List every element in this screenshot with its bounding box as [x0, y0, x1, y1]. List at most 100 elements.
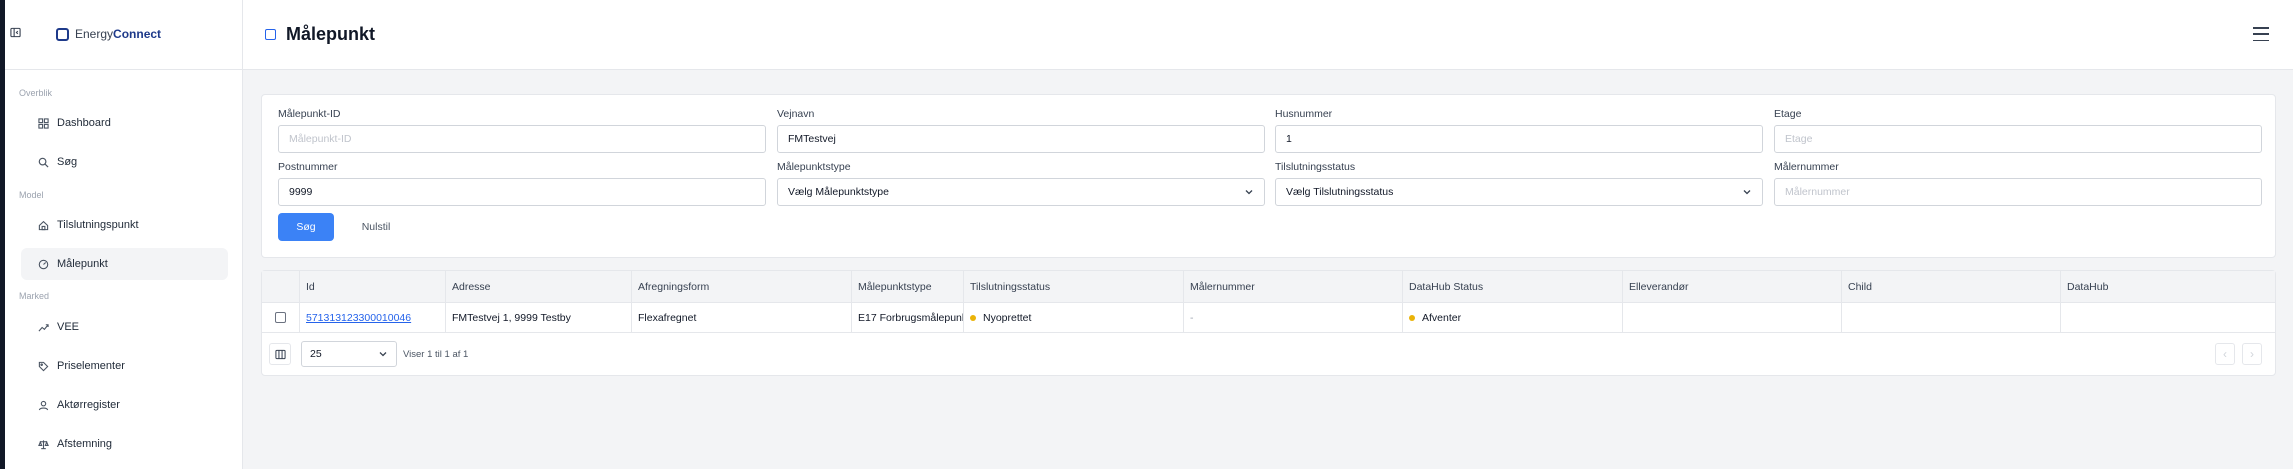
cell-datahub-status: Afventer	[1402, 303, 1622, 332]
tags-icon	[37, 360, 49, 372]
page-title: Målepunkt	[265, 24, 375, 45]
postnummer-input[interactable]	[278, 178, 766, 206]
column-header-malernummer[interactable]: Målernummer	[1183, 271, 1402, 302]
column-header-child[interactable]: Child	[1841, 271, 2060, 302]
top-header: Målepunkt	[243, 0, 2293, 70]
sidebar-item-aktorregister[interactable]: Aktørregister	[21, 389, 228, 421]
column-header-elleverandor[interactable]: Elleverandør	[1622, 271, 1841, 302]
sidebar-item-label: Priselementer	[57, 360, 125, 372]
filter-card: Målepunkt-ID Vejnavn Husnummer Etage Pos…	[261, 94, 2276, 258]
column-header-tilslutningsstatus[interactable]: Tilslutningsstatus	[963, 271, 1183, 302]
husnummer-label: Husnummer	[1275, 108, 1333, 120]
tilslutningsstatus-label: Tilslutningsstatus	[1275, 161, 1356, 173]
pagination-info: Viser 1 til 1 af 1	[403, 349, 469, 360]
malepunktstype-field: Målepunktstype Vælg Målepunktstype	[777, 161, 1265, 206]
brand-prefix: Energy	[75, 27, 114, 41]
chevron-down-icon	[1245, 190, 1253, 195]
status-dot-icon	[1409, 314, 1415, 321]
malepunktstype-value: Vælg Målepunktstype	[788, 186, 889, 198]
table-footer: 25 Viser 1 til 1 af 1 ‹ ›	[262, 333, 2275, 375]
brand-logo-icon	[56, 27, 69, 41]
etage-field: Etage	[1774, 108, 2262, 153]
cell-child	[1841, 303, 2060, 332]
page-size-value: 25	[310, 348, 322, 360]
postnummer-field: Postnummer	[278, 161, 766, 206]
cell-malernummer: -	[1183, 303, 1402, 332]
sidebar-item-vee[interactable]: VEE	[21, 311, 228, 343]
prev-page-button[interactable]: ‹	[2215, 343, 2235, 365]
vejnavn-input[interactable]	[777, 125, 1265, 153]
sidebar-item-label: Aktørregister	[57, 399, 120, 411]
column-header-datahub[interactable]: DataHub	[2060, 271, 2275, 302]
hamburger-menu-icon[interactable]	[2253, 27, 2269, 41]
chevron-down-icon	[379, 352, 387, 357]
results-table: Id Adresse Afregningsform Målepunktstype…	[261, 270, 2276, 376]
trend-icon	[37, 321, 49, 333]
malepunkt-id-link[interactable]: 571313123300010046	[306, 312, 411, 324]
vejnavn-field: Vejnavn	[777, 108, 1265, 153]
sidebar-item-label: Dashboard	[57, 117, 111, 129]
user-icon	[37, 399, 49, 411]
sidebar-item-malepunkt[interactable]: Målepunkt	[21, 248, 228, 280]
husnummer-field: Husnummer	[1275, 108, 1763, 153]
search-icon	[37, 156, 49, 168]
column-header-afregningsform[interactable]: Afregningsform	[631, 271, 851, 302]
brand-suffix: Connect	[113, 27, 162, 41]
cell-adresse: FMTestvej 1, 9999 Testby	[445, 303, 631, 332]
sidebar-item-label: Søg	[57, 156, 78, 168]
postnummer-label: Postnummer	[278, 161, 338, 173]
etage-input[interactable]	[1774, 125, 2262, 153]
columns-icon[interactable]	[269, 343, 291, 365]
tilslutningsstatus-text: Nyoprettet	[983, 311, 1032, 324]
sidebar: EnergyConnect Overblik Dashboard Søg Mod…	[5, 0, 243, 469]
cell-afregningsform: Flexafregnet	[631, 303, 851, 332]
malernummer-field: Målernummer	[1774, 161, 2262, 206]
sidebar-item-label: Tilslutningspunkt	[57, 219, 139, 231]
malepunkt-id-label: Målepunkt-ID	[278, 108, 341, 120]
brand-logo[interactable]: EnergyConnect	[56, 27, 161, 41]
table-header: Id Adresse Afregningsform Målepunktstype…	[262, 271, 2275, 303]
section-label-model: Model	[19, 190, 44, 200]
status-dot-icon	[970, 314, 976, 321]
grid-icon	[37, 117, 49, 129]
sidebar-item-afstemning[interactable]: Afstemning	[21, 428, 228, 460]
cell-malepunktstype: E17 Forbrugsmålepunkt	[851, 303, 963, 332]
datahub-status-text: Afventer	[1422, 311, 1462, 324]
tilslutningsstatus-field: Tilslutningsstatus Vælg Tilslutningsstat…	[1275, 161, 1763, 206]
sidebar-item-label: Målepunkt	[57, 258, 108, 270]
column-header-datahub-status[interactable]: DataHub Status	[1402, 271, 1622, 302]
sidebar-item-sog[interactable]: Søg	[21, 146, 228, 178]
husnummer-input[interactable]	[1275, 125, 1763, 153]
sidebar-toggle-icon[interactable]	[9, 26, 21, 38]
search-button[interactable]: Søg	[278, 213, 334, 241]
cell-datahub	[2060, 303, 2275, 332]
cell-id: 571313123300010046	[299, 303, 445, 332]
sidebar-item-dashboard[interactable]: Dashboard	[21, 107, 228, 139]
column-header-id[interactable]: Id	[299, 271, 445, 302]
malepunktstype-select[interactable]: Vælg Målepunktstype	[777, 178, 1265, 206]
cell-tilslutningsstatus: Nyoprettet	[963, 303, 1183, 332]
reset-button[interactable]: Nulstil	[346, 213, 406, 241]
tilslutningsstatus-value: Vælg Tilslutningsstatus	[1286, 186, 1394, 198]
tilslutningsstatus-select[interactable]: Vælg Tilslutningsstatus	[1275, 178, 1763, 206]
scale-icon	[37, 438, 49, 450]
page-size-select[interactable]: 25	[301, 341, 397, 367]
malernummer-label: Målernummer	[1774, 161, 1839, 173]
sidebar-item-priselementer[interactable]: Priselementer	[21, 350, 228, 382]
sidebar-item-label: VEE	[57, 321, 80, 333]
next-page-button[interactable]: ›	[2242, 343, 2262, 365]
table-row[interactable]: 571313123300010046 FMTestvej 1, 9999 Tes…	[262, 303, 2275, 333]
header-spacer	[262, 271, 299, 302]
chevron-down-icon	[1743, 190, 1751, 195]
malepunkt-id-field: Målepunkt-ID	[278, 108, 766, 153]
section-label-marked: Marked	[19, 291, 50, 301]
malernummer-input[interactable]	[1774, 178, 2262, 206]
sidebar-item-tilslutningspunkt[interactable]: Tilslutningspunkt	[21, 209, 228, 241]
gauge-icon	[37, 258, 49, 270]
column-header-malepunktstype[interactable]: Målepunktstype	[851, 271, 963, 302]
section-label-overblik: Overblik	[19, 88, 53, 98]
column-header-adresse[interactable]: Adresse	[445, 271, 631, 302]
malepunkt-id-input[interactable]	[278, 125, 766, 153]
row-checkbox[interactable]	[275, 312, 286, 323]
brand-bar: EnergyConnect	[5, 0, 243, 70]
